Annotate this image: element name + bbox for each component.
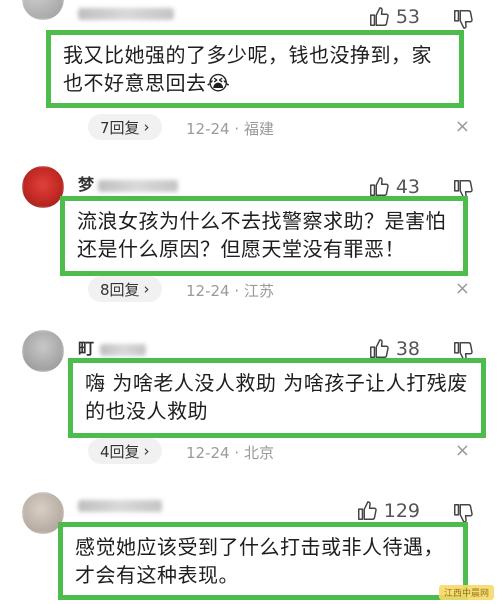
username: 町	[78, 339, 95, 358]
comment-meta: 12-24 · 福建	[186, 120, 274, 138]
avatar[interactable]	[22, 166, 64, 208]
comment-meta: 12-24 · 北京	[186, 444, 274, 462]
comment-text-box: 感觉她应该受到了什么打击或非人待遇，才会有这种表现。	[58, 522, 468, 600]
like-count: 53	[395, 6, 420, 28]
reply-count-button[interactable]: 8回复 ›	[88, 276, 162, 302]
comment-date: 12-24	[186, 120, 230, 138]
comment-date: 12-24	[186, 282, 230, 300]
username: 梦	[78, 175, 95, 194]
comment-location: 江苏	[243, 282, 274, 300]
like-count: 129	[383, 500, 420, 522]
chevron-right-icon: ›	[143, 118, 150, 136]
comment-location: 福建	[243, 120, 274, 138]
like-button[interactable]: 38	[368, 338, 420, 360]
thumbs-down-icon[interactable]	[452, 8, 474, 30]
like-count: 38	[395, 338, 420, 360]
like-button[interactable]: 129	[356, 500, 420, 522]
avatar[interactable]	[22, 330, 64, 372]
thumbs-down-icon[interactable]	[452, 502, 474, 524]
chevron-right-icon: ›	[143, 442, 150, 460]
avatar[interactable]	[22, 0, 64, 20]
comment-date: 12-24	[186, 444, 230, 462]
thumbs-up-icon	[369, 339, 389, 358]
username-blur	[78, 8, 174, 20]
like-button[interactable]: 53	[368, 6, 420, 28]
username-blur	[78, 500, 162, 512]
like-count: 43	[395, 176, 420, 198]
close-icon[interactable]: ×	[455, 278, 470, 299]
thumbs-up-icon	[369, 177, 389, 196]
comment-text: 流浪女孩为什么不去找警察求助？是害怕还是什么原因？但愿天堂没有罪恶！	[77, 209, 446, 261]
comment-text: 感觉她应该受到了什么打击或非人待遇，才会有这种表现。	[75, 535, 444, 587]
chevron-right-icon: ›	[143, 280, 150, 298]
thumbs-up-icon	[357, 501, 377, 520]
comment-text: 我又比她强的了多少呢，钱也没挣到，家也不好意思回去😭	[63, 43, 432, 95]
comment-meta: 12-24 · 江苏	[186, 282, 274, 300]
comment-text-box: 嗨 为啥老人没人救助 为啥孩子让人打残废的也没人救助	[68, 358, 486, 438]
comment-text: 嗨 为啥老人没人救助 为啥孩子让人打残废的也没人救助	[85, 371, 468, 423]
comment-text-box: 我又比她强的了多少呢，钱也没挣到，家也不好意思回去😭	[46, 30, 464, 108]
username-blur	[100, 344, 146, 356]
close-icon[interactable]: ×	[455, 440, 470, 461]
watermark: 江西中晨网	[438, 585, 494, 600]
comment-text-box: 流浪女孩为什么不去找警察求助？是害怕还是什么原因？但愿天堂没有罪恶！	[60, 196, 468, 276]
username-blur	[98, 180, 178, 192]
reply-count-button[interactable]: 7回复 ›	[88, 114, 162, 140]
like-button[interactable]: 43	[368, 176, 420, 198]
reply-count-button[interactable]: 4回复 ›	[88, 438, 162, 464]
close-icon[interactable]: ×	[455, 116, 470, 137]
thumbs-up-icon	[369, 7, 389, 26]
comment-location: 北京	[243, 444, 274, 462]
